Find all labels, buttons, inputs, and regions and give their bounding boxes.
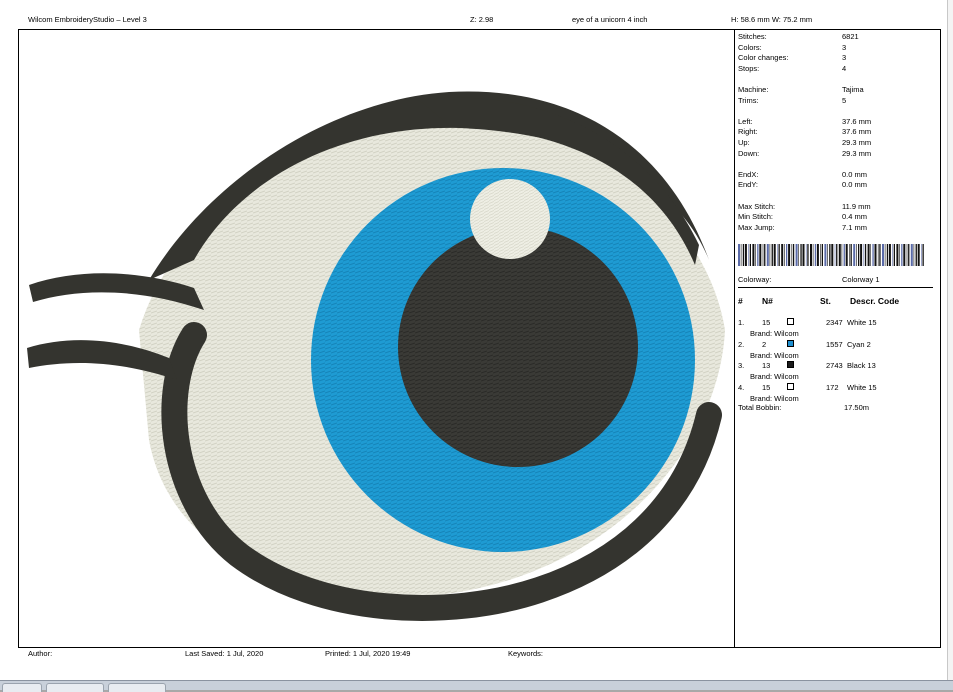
stat-value: 37.6 mm [842,127,872,137]
design-dimensions: H: 58.6 mm W: 75.2 mm [731,15,813,24]
row-needle: 2 [762,339,767,349]
stat-label: Down: [738,148,760,158]
barcode-icon [738,244,924,266]
footer-author: Author: [28,649,53,658]
app-title: Wilcom EmbroideryStudio – Level 3 [28,15,147,24]
stat-value: 29.3 mm [842,138,872,147]
table-row: 2. 2 1557 Cyan 2 Brand: Wilcom [738,336,936,360]
stat-value: 7.1 mm [842,222,868,232]
row-needle: 15 [762,318,771,327]
row-index: 1. [738,318,745,327]
stat-label: Colors: [738,42,762,52]
row-brand: Brand: Wilcom [750,393,799,403]
row-stitches: 172 [826,382,839,392]
colorway-label: Colorway: [738,275,772,284]
stat-value: Tajima [842,85,864,94]
stat-label: Right: [738,127,758,137]
col-number: # [738,296,743,306]
color-swatch [787,339,794,347]
row-index: 2. [738,339,745,349]
row-index: 3. [738,361,745,370]
row-description: Cyan 2 [847,339,871,349]
design-name: eye of a unicorn 4 inch [572,15,648,24]
stat-label: Machine: [738,85,769,94]
table-row: 3. 13 2743 Black 13 Brand: Wilcom [738,357,936,381]
stat-label: Min Stitch: [738,212,774,222]
stat-label: EndX: [738,169,759,179]
stat-value: 11.9 mm [842,201,871,211]
footer-printed: Printed: 1 Jul, 2020 19:49 [325,649,411,658]
bobbin-label: Total Bobbin: [738,403,782,412]
colorway-value: Colorway 1 [842,275,880,284]
embroidery-eye-artwork [27,91,725,621]
stat-value: 5 [842,95,847,105]
footer-keywords: Keywords: [508,649,544,658]
stat-value: 3 [842,42,847,52]
stat-value: 4 [842,63,847,73]
row-stitches: 1557 [826,339,843,349]
stat-label: Stitches: [738,32,767,41]
footer-last-saved: Last Saved: 1 Jul, 2020 [185,649,264,658]
col-needle: N# [762,296,773,306]
stat-label: Max Stitch: [738,201,776,211]
stat-label: Stops: [738,63,760,73]
color-swatch [787,361,794,368]
stat-label: Up: [738,138,750,147]
stat-label: Trims: [738,95,759,105]
row-description: White 15 [847,382,877,392]
stat-value: 0.4 mm [842,212,868,222]
stat-label: Max Jump: [738,222,775,232]
window-scroll-edge[interactable] [947,0,953,680]
row-description: Black 13 [847,361,876,370]
col-stitches: St. [820,296,831,306]
stat-value: 37.6 mm [842,116,872,126]
stat-label: EndY: [738,180,759,190]
pupil [398,227,638,467]
taskbar-button-start[interactable] [2,683,42,692]
zoom-level: Z: 2.98 [470,15,494,24]
table-row: 4. 15 172 White 15 Brand: Wilcom [738,379,936,403]
row-needle: 13 [762,361,771,370]
stat-value: 3 [842,53,847,63]
col-description: Descr. Code [850,296,900,306]
row-needle: 15 [762,382,771,392]
design-preview[interactable] [19,30,735,647]
print-preview-sheet: Wilcom EmbroideryStudio – Level 3 Z: 2.9… [0,0,953,680]
taskbar-button-window[interactable] [108,683,166,692]
row-stitches: 2347 [826,318,843,327]
stat-label: Left: [738,116,753,126]
stat-value: 0.0 mm [842,169,868,179]
row-stitches: 2743 [826,361,843,370]
color-swatch [787,382,794,390]
bobbin-value: 17.50m [844,403,870,412]
stat-value: 29.3 mm [842,148,872,158]
stat-value: 6821 [842,32,859,41]
eye-highlight [470,179,550,259]
stat-value: 0.0 mm [842,180,868,190]
taskbar-button-app[interactable] [46,683,104,692]
row-index: 4. [738,382,745,392]
table-row: 1. 15 2347 White 15 Brand: Wilcom [738,314,936,338]
stat-label: Color changes: [738,53,789,63]
row-description: White 15 [847,318,877,327]
colorway-row: Colorway: Colorway 1 [738,275,933,288]
panel-divider [734,30,735,647]
color-swatch [787,318,794,325]
